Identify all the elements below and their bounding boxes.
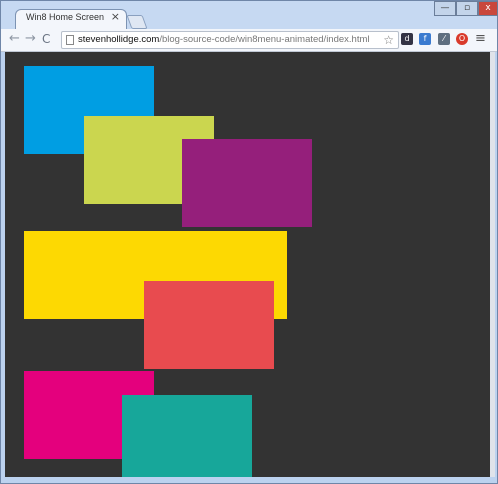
page-viewport	[5, 52, 490, 477]
extension-icon-1[interactable]: d	[401, 33, 413, 45]
tile-teal[interactable]	[122, 395, 252, 477]
extension-icon-4[interactable]: O	[456, 33, 468, 45]
extension-icon-3[interactable]: ⁄	[438, 33, 450, 45]
tab-win8-home-screen[interactable]: Win8 Home Screen ×	[15, 9, 127, 29]
tile-red[interactable]	[144, 281, 274, 369]
extension-icon-2[interactable]: f	[419, 33, 431, 45]
tab-close-icon[interactable]: ×	[111, 11, 120, 23]
tile-purple[interactable]	[182, 139, 312, 227]
reload-icon[interactable]: C	[42, 32, 50, 46]
url-domain: stevenhollidge.com	[78, 34, 160, 45]
bookmark-star-icon[interactable]: ☆	[383, 32, 394, 48]
url-path: /blog-source-code/win8menu-animated/inde…	[159, 34, 370, 45]
menu-icon[interactable]: ≡	[475, 31, 486, 47]
vertical-scrollbar[interactable]	[490, 52, 495, 477]
new-tab-button[interactable]	[126, 15, 148, 29]
close-button[interactable]: x	[478, 1, 498, 16]
browser-toolbar: ← → C stevenhollidge.com/blog-source-cod…	[1, 29, 497, 52]
forward-icon[interactable]: →	[25, 32, 36, 46]
address-bar[interactable]: stevenhollidge.com/blog-source-code/win8…	[61, 31, 399, 49]
page-icon	[66, 35, 74, 45]
browser-window: Win8 Home Screen × — ▫ x ← → C stevenhol…	[0, 0, 498, 484]
titlebar: Win8 Home Screen × — ▫ x	[1, 1, 498, 29]
maximize-button[interactable]: ▫	[456, 1, 478, 16]
minimize-button[interactable]: —	[434, 1, 456, 16]
url-text[interactable]: stevenhollidge.com/blog-source-code/win8…	[78, 34, 370, 45]
back-icon[interactable]: ←	[9, 32, 20, 46]
tab-title: Win8 Home Screen	[26, 12, 105, 22]
